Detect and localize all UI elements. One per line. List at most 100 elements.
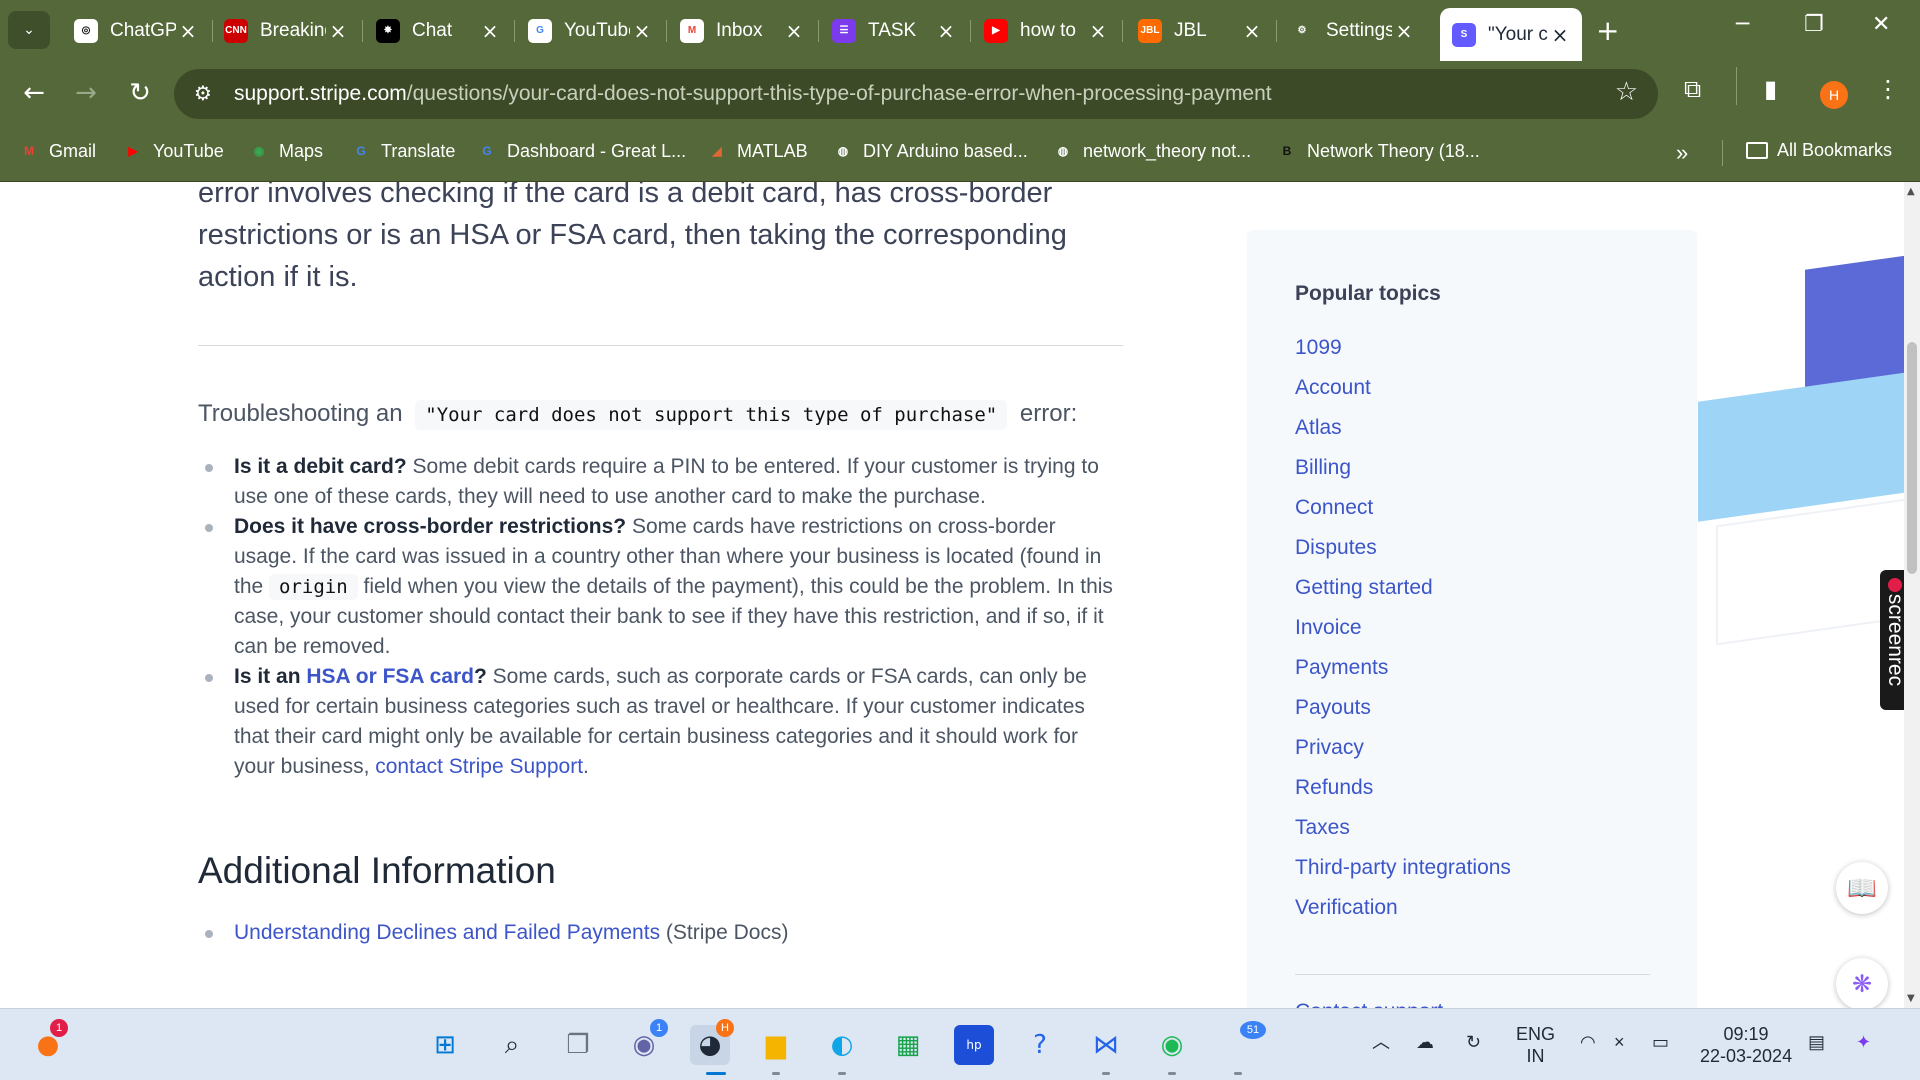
bookmark-7[interactable]: ◍ network_theory not...	[1052, 140, 1251, 162]
topic-link[interactable]: Privacy	[1295, 728, 1511, 768]
onedrive-icon[interactable]: ☁	[1416, 1031, 1434, 1053]
language-indicator[interactable]: ENG IN	[1516, 1023, 1555, 1067]
close-tab-icon[interactable]: ×	[934, 19, 958, 43]
screenrec-widget[interactable]: screenrec	[1880, 570, 1904, 710]
bookmark-0[interactable]: M Gmail	[18, 140, 96, 162]
vscode-icon[interactable]: ⋈	[1086, 1025, 1126, 1065]
topic-link[interactable]: Third-party integrations	[1295, 848, 1511, 888]
extensions-icon[interactable]: ⧉	[1684, 75, 1701, 103]
tab-separator	[666, 20, 667, 42]
new-tab-button[interactable]: +	[1596, 14, 1619, 47]
topic-link[interactable]: Billing	[1295, 448, 1511, 488]
topic-link[interactable]: Refunds	[1295, 768, 1511, 808]
search-icon[interactable]: ⌕	[492, 1025, 532, 1065]
more-bookmarks-icon[interactable]: »	[1676, 140, 1688, 166]
tab-search-dropdown-icon[interactable]: ⌄	[8, 11, 50, 49]
page-scrollbar[interactable]: ▲ ▼	[1904, 182, 1920, 1008]
close-tab-icon[interactable]: ×	[1086, 19, 1110, 43]
file-explorer-icon[interactable]: ▆	[756, 1025, 796, 1065]
tab-4[interactable]: M Inbox ×	[668, 10, 816, 51]
topic-link[interactable]: Disputes	[1295, 528, 1511, 568]
tab-5[interactable]: ☰ TASK ×	[820, 10, 968, 51]
minimize-icon[interactable]: ─	[1736, 12, 1749, 37]
sync-icon[interactable]: ↻	[1466, 1031, 1481, 1053]
folder-icon	[1746, 142, 1768, 159]
list-item: Is it a debit card? Some debit cards req…	[198, 452, 1123, 512]
bookmark-8[interactable]: B Network Theory (18...	[1276, 140, 1480, 162]
side-panel-icon[interactable]: ▮	[1764, 75, 1777, 103]
tab-9[interactable]: S "Your card does not support×	[1440, 8, 1582, 61]
bookmark-label: Gmail	[49, 140, 97, 161]
close-tab-icon[interactable]: ×	[1240, 19, 1264, 43]
bookmark-4[interactable]: G Dashboard - Great L...	[476, 140, 686, 162]
url-text[interactable]: support.stripe.com/questions/your-card-d…	[234, 82, 1272, 106]
bookmark-6[interactable]: ◍ DIY Arduino based...	[832, 140, 1028, 162]
edge-icon[interactable]: ◐	[822, 1025, 862, 1065]
hsa-fsa-link[interactable]: HSA or FSA card	[306, 665, 474, 688]
back-icon[interactable]: ←	[14, 73, 54, 113]
tab-separator	[1276, 20, 1277, 42]
tab-7[interactable]: JBL JBL ×	[1126, 10, 1274, 51]
bookmark-star-icon[interactable]: ☆	[1615, 77, 1638, 107]
topic-link[interactable]: Verification	[1295, 888, 1511, 928]
restore-icon[interactable]: ❐	[1804, 12, 1824, 37]
tab-8[interactable]: ⚙ Settings ×	[1278, 10, 1426, 51]
topic-link[interactable]: Atlas	[1295, 408, 1511, 448]
troubleshooting-suffix: error:	[1019, 400, 1078, 427]
clock[interactable]: 09:19 22-03-2024	[1700, 1023, 1792, 1067]
address-bar[interactable]: ⚙ support.stripe.com/questions/your-card…	[174, 69, 1658, 119]
spotify-icon[interactable]: ◉	[1152, 1025, 1192, 1065]
contact-support-link[interactable]: Contact support	[1295, 1000, 1443, 1008]
declines-docs-link[interactable]: Understanding Declines and Failed Paymen…	[234, 921, 660, 944]
all-bookmarks[interactable]: All Bookmarks	[1746, 140, 1892, 161]
scroll-down-icon[interactable]: ▼	[1907, 993, 1915, 1004]
tab-0[interactable]: ◎ ChatGPT×	[62, 10, 210, 51]
close-tab-icon[interactable]: ×	[1392, 19, 1416, 43]
close-window-icon[interactable]: ✕	[1872, 12, 1890, 37]
close-tab-icon[interactable]: ×	[326, 19, 350, 43]
contact-stripe-support-link[interactable]: contact Stripe Support	[375, 755, 583, 778]
scroll-up-icon[interactable]: ▲	[1907, 186, 1915, 197]
forward-icon[interactable]: →	[66, 73, 106, 113]
reload-icon[interactable]: ↻	[120, 73, 160, 113]
notifications-icon[interactable]: ▤	[1808, 1031, 1825, 1053]
task-view-icon[interactable]: ❐	[558, 1025, 598, 1065]
wifi-icon[interactable]: ◠	[1580, 1031, 1596, 1053]
site-info-icon[interactable]: ⚙	[194, 81, 212, 105]
close-tab-icon[interactable]: ×	[782, 19, 806, 43]
volume-muted-icon[interactable]: ×	[1614, 1031, 1625, 1053]
topic-link[interactable]: Payments	[1295, 648, 1511, 688]
tab-2[interactable]: ✸ Chat ×	[364, 10, 512, 51]
close-tab-icon[interactable]: ×	[478, 19, 502, 43]
battery-icon[interactable]: ▭	[1652, 1031, 1669, 1053]
close-tab-icon[interactable]: ×	[1548, 23, 1572, 47]
store-icon[interactable]: ▦	[888, 1025, 928, 1065]
reading-mode-icon[interactable]: 📖	[1836, 862, 1888, 914]
copilot-icon[interactable]: ✦	[1856, 1031, 1871, 1053]
menu-icon[interactable]: ⋮	[1876, 75, 1900, 103]
bookmark-1[interactable]: ▶ YouTube	[122, 140, 223, 162]
topic-link[interactable]: 1099	[1295, 328, 1511, 368]
tab-1[interactable]: CNN Breaking News×	[212, 10, 360, 51]
ai-assistant-icon[interactable]: ❋	[1836, 958, 1888, 1008]
bookmark-2[interactable]: ◉ Maps	[248, 140, 323, 162]
tab-3[interactable]: G YouTube×	[516, 10, 664, 51]
topic-link[interactable]: Account	[1295, 368, 1511, 408]
topic-link[interactable]: Getting started	[1295, 568, 1511, 608]
help-icon[interactable]: ?	[1020, 1025, 1060, 1065]
close-tab-icon[interactable]: ×	[176, 19, 200, 43]
topic-link[interactable]: Payouts	[1295, 688, 1511, 728]
scrollbar-thumb[interactable]	[1907, 342, 1917, 574]
tab-6[interactable]: ▶ how to ×	[972, 10, 1120, 51]
topic-link[interactable]: Connect	[1295, 488, 1511, 528]
close-tab-icon[interactable]: ×	[630, 19, 654, 43]
start-icon[interactable]: ⊞	[425, 1025, 465, 1065]
bookmark-5[interactable]: ◢ MATLAB	[706, 140, 807, 162]
bookmark-3[interactable]: G Translate	[350, 140, 455, 162]
myhp-icon[interactable]: hp	[954, 1025, 994, 1065]
topic-link[interactable]: Invoice	[1295, 608, 1511, 648]
profile-avatar[interactable]: H	[1820, 81, 1848, 109]
topic-link[interactable]: Taxes	[1295, 808, 1511, 848]
show-hidden-icons[interactable]: ︿	[1372, 1031, 1390, 1053]
clock-time: 09:19	[1723, 1024, 1769, 1044]
